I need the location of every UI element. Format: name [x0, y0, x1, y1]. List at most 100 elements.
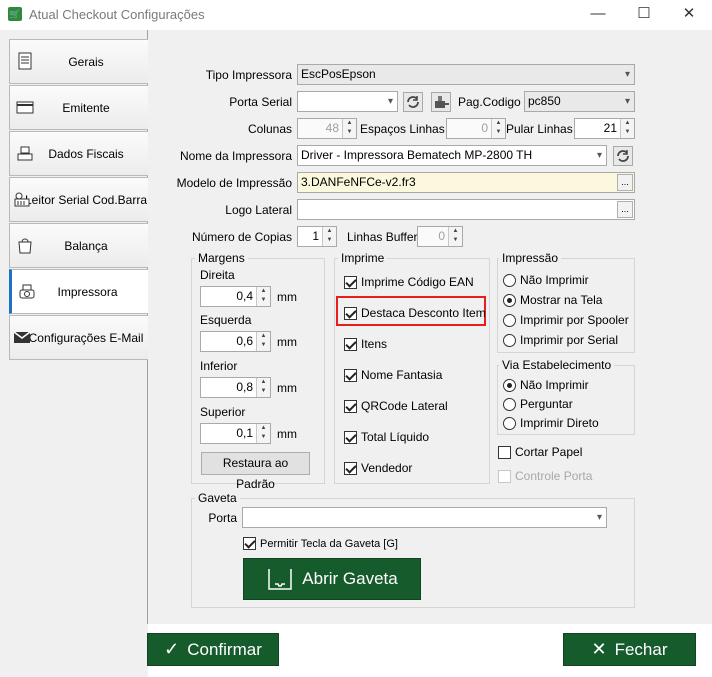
- maximize-button[interactable]: ☐: [621, 0, 667, 30]
- colunas-stepper[interactable]: 48 ▲ ▼: [297, 118, 357, 139]
- refresh-printers-button[interactable]: [613, 146, 633, 166]
- spin-down-icon: ▼: [326, 237, 333, 243]
- spin-down-icon: ▼: [452, 237, 459, 243]
- sidebar-item-label: Configurações E-Mail: [28, 330, 144, 345]
- direita-value: 0,4: [236, 289, 253, 303]
- destaca-desconto-item-checkbox[interactable]: Destaca Desconto Item: [344, 306, 486, 320]
- permitir-tecla-gaveta-checkbox[interactable]: Permitir Tecla da Gaveta [G]: [243, 537, 398, 550]
- tipo-impressora-label: Tipo Impressora: [205, 68, 292, 82]
- via-nao-imprimir-radio[interactable]: Não Imprimir: [503, 378, 589, 392]
- superior-unit: mm: [277, 427, 297, 441]
- confirmar-label: Confirmar: [187, 639, 262, 659]
- bag-icon: [18, 238, 32, 254]
- sidebar-item-impressora[interactable]: Impressora: [9, 269, 149, 314]
- total-liquido-checkbox[interactable]: Total Líquido: [344, 430, 429, 444]
- checkbox-box: [498, 445, 511, 459]
- usb-plug-icon: [435, 96, 449, 108]
- radio-circle: [503, 293, 516, 307]
- esquerda-stepper[interactable]: 0,6 ▲ ▼: [200, 331, 271, 352]
- barcode-reader-icon: [14, 192, 30, 207]
- impressao-serial-radio[interactable]: Imprimir por Serial: [503, 333, 618, 347]
- spin-up-icon: ▲: [452, 228, 459, 234]
- itens-checkbox[interactable]: Itens: [344, 337, 387, 351]
- spin-up-icon: ▲: [326, 228, 333, 234]
- impressao-spooler-radio[interactable]: Imprimir por Spooler: [503, 313, 629, 327]
- abrir-gaveta-button[interactable]: Abrir Gaveta: [243, 558, 421, 600]
- chevron-down-icon: ▾: [624, 69, 630, 80]
- abrir-gaveta-label: Abrir Gaveta: [302, 569, 398, 588]
- superior-stepper[interactable]: 0,1 ▲ ▼: [200, 423, 271, 444]
- impressao-nao-imprimir-radio[interactable]: Não Imprimir: [503, 273, 589, 287]
- checkbox-box: [498, 469, 511, 483]
- colunas-label: Colunas: [247, 122, 292, 136]
- logo-lateral-input[interactable]: ...: [297, 199, 635, 220]
- inferior-stepper[interactable]: 0,8 ▲ ▼: [200, 377, 271, 398]
- checkbox-label: QRCode Lateral: [361, 399, 448, 413]
- via-estabelecimento-title: Via Estabelecimento: [499, 358, 615, 372]
- pular-linhas-stepper[interactable]: 21 ▲ ▼: [574, 118, 635, 139]
- imprime-codigo-ean-checkbox[interactable]: Imprime Código EAN: [344, 275, 474, 289]
- confirmar-button[interactable]: ✓ Confirmar: [147, 633, 279, 666]
- sidebar-item-configuracoes-email[interactable]: Configurações E-Mail: [9, 315, 148, 360]
- sidebar-item-balanca[interactable]: Balança: [9, 223, 148, 268]
- detect-port-button[interactable]: [431, 92, 451, 112]
- browse-logo-button[interactable]: ...: [617, 201, 633, 218]
- nome-impressora-value: Driver - Impressora Bematech MP-2800 TH: [301, 148, 533, 162]
- checkbox-label: Imprime Código EAN: [361, 275, 474, 289]
- fechar-button[interactable]: ✕ Fechar: [563, 633, 696, 666]
- nome-fantasia-checkbox[interactable]: Nome Fantasia: [344, 368, 442, 382]
- radio-label: Não Imprimir: [520, 378, 589, 392]
- spin-buttons[interactable]: ▲ ▼: [491, 119, 505, 138]
- numero-copias-stepper[interactable]: 1 ▲ ▼: [297, 226, 337, 247]
- radio-label: Imprimir Direto: [520, 416, 599, 430]
- sidebar-item-label: Emitente: [62, 100, 110, 115]
- radio-label: Mostrar na Tela: [520, 293, 603, 307]
- controle-porta-checkbox[interactable]: Controle Porta: [498, 469, 592, 483]
- spin-buttons[interactable]: ▲ ▼: [256, 332, 270, 351]
- spin-buttons[interactable]: ▲ ▼: [256, 424, 270, 443]
- radio-circle: [503, 416, 516, 430]
- qrcode-lateral-checkbox[interactable]: QRCode Lateral: [344, 399, 448, 413]
- spin-buttons[interactable]: ▲ ▼: [342, 119, 356, 138]
- card-icon: [16, 101, 34, 114]
- sidebar-item-gerais[interactable]: Gerais: [9, 39, 148, 84]
- close-button[interactable]: ✕: [666, 0, 712, 30]
- nome-impressora-select[interactable]: Driver - Impressora Bematech MP-2800 TH …: [297, 145, 607, 166]
- spin-buttons[interactable]: ▲ ▼: [448, 227, 462, 246]
- linhas-buffer-stepper[interactable]: 0 ▲ ▼: [417, 226, 463, 247]
- esquerda-label: Esquerda: [200, 313, 252, 327]
- restaura-padrao-button[interactable]: Restaura ao Padrão: [201, 452, 310, 491]
- cortar-papel-checkbox[interactable]: Cortar Papel: [498, 445, 582, 459]
- porta-serial-select[interactable]: ▾: [297, 91, 398, 112]
- checkbox-box: [344, 461, 357, 475]
- pag-codigo-select[interactable]: pc850 ▾: [524, 91, 635, 112]
- spin-buttons[interactable]: ▲ ▼: [322, 227, 336, 246]
- via-perguntar-radio[interactable]: Perguntar: [503, 397, 573, 411]
- espacos-linhas-stepper[interactable]: 0 ▲ ▼: [446, 118, 506, 139]
- browse-modelo-button[interactable]: ...: [617, 174, 633, 191]
- tipo-impressora-select[interactable]: EscPosEpson ▾: [297, 64, 635, 85]
- direita-stepper[interactable]: 0,4 ▲ ▼: [200, 286, 271, 307]
- impressao-mostrar-tela-radio[interactable]: Mostrar na Tela: [503, 293, 602, 307]
- sidebar-item-dados-fiscais[interactable]: Dados Fiscais: [9, 131, 148, 176]
- checkbox-label: Itens: [361, 337, 388, 351]
- minimize-button[interactable]: —: [575, 0, 621, 30]
- title-bar: 🛒 Atual Checkout Configurações — ☐ ✕: [0, 0, 712, 30]
- sidebar-item-emitente[interactable]: Emitente: [9, 85, 148, 130]
- inferior-unit: mm: [277, 381, 297, 395]
- scale-icon: [17, 146, 33, 161]
- gaveta-porta-select[interactable]: ▾: [242, 507, 607, 528]
- vendedor-checkbox[interactable]: Vendedor: [344, 461, 412, 475]
- modelo-impressao-input[interactable]: 3.DANFeNFCe-v2.fr3 ...: [297, 172, 635, 193]
- via-imprimir-direto-radio[interactable]: Imprimir Direto: [503, 416, 599, 430]
- checkbox-label: Cortar Papel: [515, 445, 583, 459]
- spin-buttons[interactable]: ▲ ▼: [620, 119, 634, 138]
- chevron-down-icon: ▾: [387, 96, 393, 107]
- sidebar-item-leitor-serial[interactable]: Leitor Serial Cod.Barra: [9, 177, 148, 222]
- refresh-serial-button[interactable]: [403, 92, 423, 112]
- spin-buttons[interactable]: ▲ ▼: [256, 378, 270, 397]
- spin-up-icon: ▲: [495, 120, 502, 126]
- checkbox-label: Permitir Tecla da Gaveta [G]: [260, 537, 398, 550]
- spin-buttons[interactable]: ▲ ▼: [256, 287, 270, 306]
- direita-label: Direita: [200, 268, 235, 282]
